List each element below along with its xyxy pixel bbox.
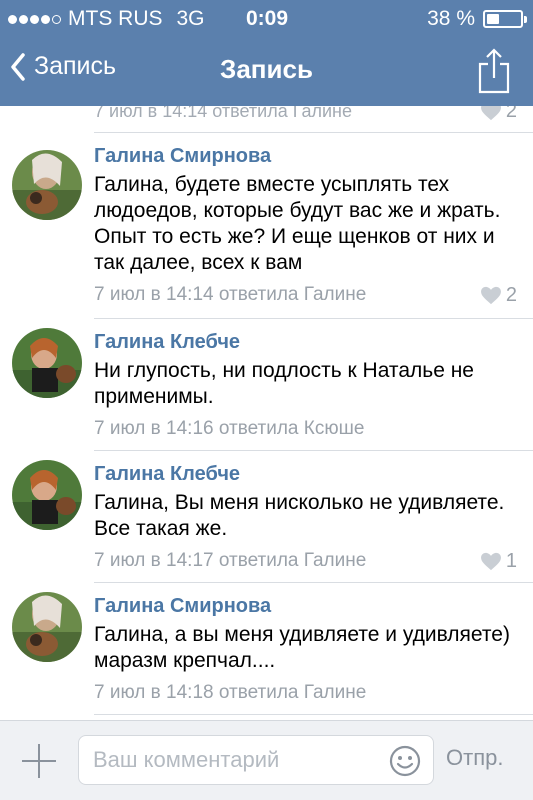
divider bbox=[94, 318, 533, 319]
comment-text: Галина, будете вместе усыплять тех людое… bbox=[94, 173, 501, 274]
network-type: 3G bbox=[176, 7, 205, 30]
comment-body: Галина Клебче Ни глупость, ни подлость к… bbox=[94, 328, 517, 442]
status-left: MTS RUS 3G bbox=[8, 7, 205, 31]
heart-icon bbox=[480, 552, 501, 570]
comment-meta-row: 7 июл в 14:16 ответила Ксюше bbox=[94, 416, 517, 442]
avatar[interactable] bbox=[12, 328, 82, 398]
smiley-icon bbox=[389, 745, 421, 777]
like-button[interactable]: 2 bbox=[480, 282, 517, 308]
page-title: Запись bbox=[220, 54, 313, 84]
status-bar: MTS RUS 3G 0:09 38 % bbox=[0, 0, 533, 36]
comment-input-bar: Отпр. bbox=[0, 720, 533, 800]
status-right: 38 % bbox=[427, 7, 527, 31]
comment-meta-row: 7 июл в 14:18 ответила Галине bbox=[94, 680, 517, 706]
comment-meta: 7 июл в 14:14 ответила Галине bbox=[94, 284, 367, 305]
comment-list[interactable]: 7 июл в 14:14 ответила Галине 2 Галина С… bbox=[0, 106, 533, 720]
like-button[interactable]: 2 bbox=[480, 106, 517, 123]
divider bbox=[94, 582, 533, 583]
attach-plus-button[interactable] bbox=[22, 744, 56, 778]
heart-icon bbox=[480, 106, 501, 120]
comment-author[interactable]: Галина Клебче bbox=[94, 460, 517, 488]
battery-level bbox=[487, 14, 499, 24]
comment-meta: 7 июл в 14:18 ответила Галине bbox=[94, 682, 367, 703]
like-count: 2 bbox=[505, 284, 517, 306]
avatar-image bbox=[12, 328, 82, 398]
comment-meta-row: 7 июл в 14:17 ответила Галине 1 bbox=[94, 548, 517, 574]
comment-text: Галина, Вы меня нисколько не удивляете. … bbox=[94, 491, 505, 540]
previous-comment-meta: 7 июл в 14:14 ответила Галине 2 bbox=[94, 106, 517, 126]
status-time: 0:09 bbox=[246, 7, 289, 30]
avatar[interactable] bbox=[12, 460, 82, 530]
like-count: 2 bbox=[505, 106, 517, 122]
like-button[interactable]: 1 bbox=[480, 548, 517, 574]
avatar-image bbox=[12, 150, 82, 220]
battery-percent: 38 % bbox=[427, 7, 475, 30]
like-count: 1 bbox=[505, 550, 517, 572]
comment-field[interactable] bbox=[78, 735, 434, 785]
battery-icon bbox=[483, 10, 527, 28]
comment-author[interactable]: Галина Клебче bbox=[94, 328, 517, 356]
navigation-bar: Запись Запись bbox=[0, 36, 533, 106]
divider bbox=[94, 450, 533, 451]
comment-body: Галина Смирнова Галина, будете вместе ус… bbox=[94, 142, 517, 308]
send-button[interactable]: Отпр. bbox=[446, 745, 503, 771]
comment-meta: 7 июл в 14:17 ответила Галине bbox=[94, 550, 367, 571]
comment-text: Ни глупость, ни подлость к Наталье не пр… bbox=[94, 359, 474, 408]
carrier-name: MTS RUS bbox=[68, 7, 163, 30]
heart-icon bbox=[480, 286, 501, 304]
comment-input[interactable] bbox=[79, 736, 379, 784]
emoji-button[interactable] bbox=[389, 745, 421, 782]
comment-body: Галина Клебче Галина, Вы меня нисколько … bbox=[94, 460, 517, 574]
divider bbox=[94, 132, 533, 133]
avatar-image bbox=[12, 460, 82, 530]
share-icon bbox=[478, 48, 510, 94]
comment-meta-row: 7 июл в 14:14 ответила Галине 2 bbox=[94, 282, 517, 308]
divider bbox=[94, 714, 533, 715]
comment-author[interactable]: Галина Смирнова bbox=[94, 592, 517, 620]
avatar-image bbox=[12, 592, 82, 662]
comment-author[interactable]: Галина Смирнова bbox=[94, 142, 517, 170]
comment-meta: 7 июл в 14:16 ответила Ксюше bbox=[94, 418, 365, 439]
comment-meta: 7 июл в 14:14 ответила Галине bbox=[94, 106, 352, 121]
share-button[interactable] bbox=[477, 46, 511, 99]
avatar[interactable] bbox=[12, 592, 82, 662]
avatar[interactable] bbox=[12, 150, 82, 220]
comment-text: Галина, а вы меня удивляете и удивляете)… bbox=[94, 623, 510, 672]
comment-body: Галина Смирнова Галина, а вы меня удивля… bbox=[94, 592, 517, 706]
signal-strength-icon bbox=[8, 14, 61, 24]
